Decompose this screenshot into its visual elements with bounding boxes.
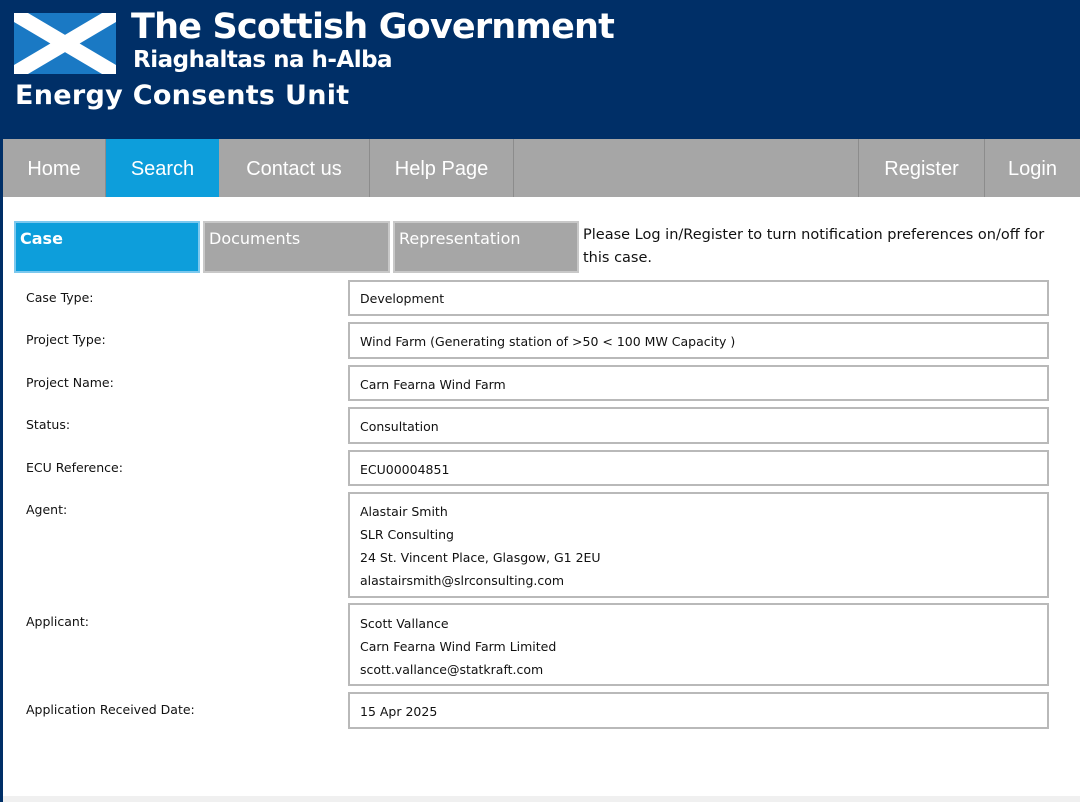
ecu-reference-value: ECU00004851 xyxy=(348,450,1049,486)
agent-address: 24 St. Vincent Place, Glasgow, G1 2EU xyxy=(360,550,601,565)
project-type-value: Wind Farm (Generating station of >50 < 1… xyxy=(348,322,1049,359)
case-type-text: Development xyxy=(360,291,445,306)
notification-notice: Please Log in/Register to turn notificat… xyxy=(583,227,1045,266)
project-type-text: Wind Farm (Generating station of >50 < 1… xyxy=(360,334,736,349)
government-subtitle: Riaghaltas na h-Alba xyxy=(133,47,393,73)
received-date-text: 15 Apr 2025 xyxy=(360,704,438,719)
status-label: Status: xyxy=(26,417,71,432)
case-type-label: Case Type: xyxy=(26,290,94,305)
applicant-company: Carn Fearna Wind Farm Limited xyxy=(360,639,557,654)
agent-email: alastairsmith@slrconsulting.com xyxy=(360,573,565,588)
applicant-name: Scott Vallance xyxy=(360,616,449,631)
applicant-value: Scott Vallance Carn Fearna Wind Farm Lim… xyxy=(348,603,1049,686)
unit-title: Energy Consents Unit xyxy=(15,80,350,111)
agent-value: Alastair Smith SLR Consulting 24 St. Vin… xyxy=(348,492,1049,598)
government-title: The Scottish Government xyxy=(131,7,615,47)
agent-label: Agent: xyxy=(26,502,68,517)
status-text: Consultation xyxy=(360,419,439,434)
nav-contact-us[interactable]: Contact us xyxy=(219,139,370,197)
bottom-strip xyxy=(3,796,1080,802)
project-name-text: Carn Fearna Wind Farm xyxy=(360,377,506,392)
project-type-label: Project Type: xyxy=(26,332,106,347)
project-name-label: Project Name: xyxy=(26,375,114,390)
nav-help-page[interactable]: Help Page xyxy=(370,139,514,197)
agent-company: SLR Consulting xyxy=(360,527,454,542)
nav-search[interactable]: Search xyxy=(106,139,219,197)
applicant-email: scott.vallance@statkraft.com xyxy=(360,662,544,677)
main-nav: Home Search Contact us Help Page Registe… xyxy=(3,139,1080,197)
tab-case[interactable]: Case xyxy=(14,221,200,273)
tab-documents[interactable]: Documents xyxy=(203,221,390,273)
applicant-label: Applicant: xyxy=(26,614,89,629)
nav-home[interactable]: Home xyxy=(3,139,106,197)
status-value: Consultation xyxy=(348,407,1049,444)
project-name-value: Carn Fearna Wind Farm xyxy=(348,365,1049,401)
received-date-label: Application Received Date: xyxy=(26,702,195,717)
site-header: The Scottish Government Riaghaltas na h-… xyxy=(3,0,1080,139)
ecu-reference-label: ECU Reference: xyxy=(26,460,123,475)
saltire-flag-icon xyxy=(14,13,116,74)
received-date-value: 15 Apr 2025 xyxy=(348,692,1049,729)
page: The Scottish Government Riaghaltas na h-… xyxy=(0,0,1080,802)
ecu-reference-text: ECU00004851 xyxy=(360,462,450,477)
case-type-value: Development xyxy=(348,280,1049,316)
nav-login[interactable]: Login xyxy=(985,139,1080,197)
nav-register[interactable]: Register xyxy=(858,139,985,197)
agent-name: Alastair Smith xyxy=(360,504,448,519)
tab-representation[interactable]: Representation xyxy=(393,221,579,273)
